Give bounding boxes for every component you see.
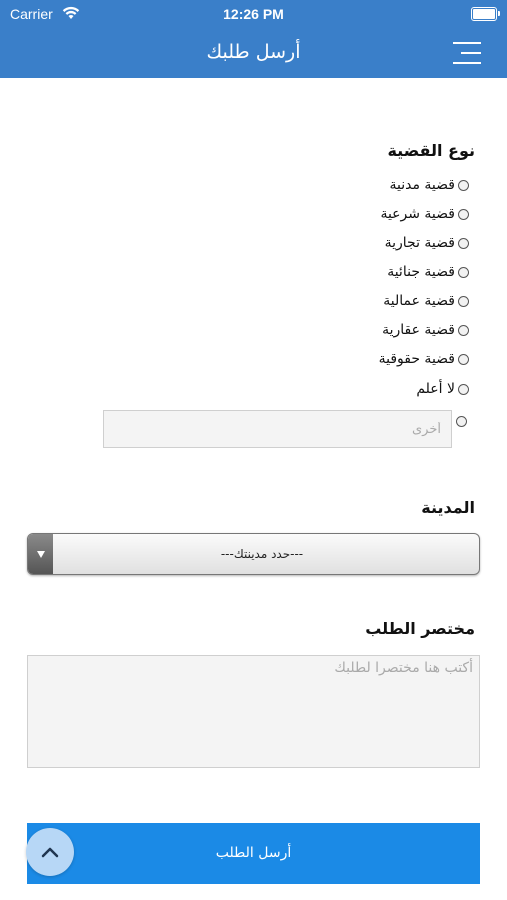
radio-label: قضية عمالية — [383, 293, 455, 309]
radio-option[interactable]: قضية جنائية — [387, 260, 469, 284]
radio-label: قضية عقارية — [382, 322, 455, 338]
status-bar: Carrier 12:26 PM — [0, 0, 507, 28]
battery-icon — [471, 7, 500, 21]
radio-button[interactable] — [458, 208, 469, 220]
radio-button[interactable] — [458, 353, 469, 365]
other-case-input[interactable] — [103, 410, 452, 448]
radio-label: قضية شرعية — [380, 206, 455, 222]
chevron-up-icon — [41, 847, 59, 858]
radio-option[interactable]: قضية تجارية — [385, 231, 469, 255]
clock: 12:26 PM — [223, 6, 284, 22]
radio-button[interactable] — [458, 237, 469, 249]
radio-option[interactable]: لا أعلم — [416, 377, 469, 401]
page-title: أرسل طلبك — [206, 41, 301, 63]
scroll-top-button[interactable] — [26, 828, 74, 876]
radio-button[interactable] — [458, 383, 469, 395]
city-selected-value: ---حدد مدينتك--- — [220, 547, 304, 561]
summary-textarea[interactable] — [27, 655, 480, 768]
radio-button[interactable] — [458, 324, 469, 336]
submit-button[interactable]: أرسل الطلب — [27, 823, 480, 884]
dropdown-arrow-icon[interactable] — [28, 534, 53, 574]
radio-label: قضية جنائية — [387, 264, 455, 280]
city-select[interactable]: ---حدد مدينتك--- — [27, 533, 480, 575]
radio-label: قضية مدنية — [389, 177, 456, 193]
radio-label: قضية تجارية — [384, 235, 455, 251]
other-radio-button[interactable] — [456, 416, 467, 427]
radio-label: لا أعلم — [416, 381, 455, 397]
header-bar: أرسل طلبك — [0, 28, 507, 78]
radio-button[interactable] — [458, 295, 469, 307]
radio-button[interactable] — [458, 266, 469, 278]
radio-option[interactable]: قضية عقارية — [382, 318, 469, 342]
city-label: المدينة — [421, 498, 475, 517]
radio-button[interactable] — [458, 179, 469, 191]
radio-option[interactable]: قضية حقوقية — [379, 347, 469, 371]
radio-option[interactable]: قضية شرعية — [380, 202, 469, 226]
radio-label: قضية حقوقية — [378, 351, 455, 367]
summary-label: مختصر الطلب — [365, 619, 475, 638]
radio-option[interactable]: قضية مدنية — [389, 173, 469, 197]
case-type-label: نوع القضية — [387, 141, 475, 160]
radio-option[interactable]: قضية عمالية — [383, 289, 469, 313]
hamburger-menu-icon[interactable] — [449, 40, 481, 66]
